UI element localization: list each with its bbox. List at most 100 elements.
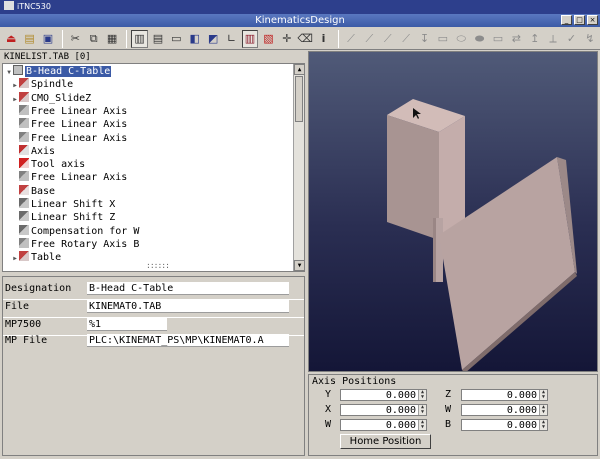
axis-tool-12-icon[interactable]: ⟂: [545, 30, 561, 48]
cut-icon[interactable]: ✂: [67, 30, 83, 48]
axis-value-b[interactable]: 0.000 ▲ ▼: [461, 419, 548, 431]
tree-header: KINELIST.TAB [0]: [4, 52, 91, 62]
axis-tool-2-icon[interactable]: ⟋: [361, 30, 377, 48]
mp7500-field[interactable]: %1: [87, 318, 167, 331]
copy-icon[interactable]: ⧉: [86, 30, 102, 48]
layout-panel-icon[interactable]: ▭: [168, 30, 184, 48]
render-icon[interactable]: ▧: [260, 30, 276, 48]
spinner-icon[interactable]: ▲ ▼: [418, 420, 426, 430]
axes-icon[interactable]: ∟: [223, 30, 239, 48]
info-icon[interactable]: i: [315, 30, 331, 48]
linear-axis-icon: [19, 237, 29, 248]
tree-item[interactable]: ▶ Spindle: [11, 78, 73, 91]
shift-icon: [19, 224, 29, 235]
open-folder-icon[interactable]: ▤: [21, 30, 37, 48]
tree-item[interactable]: Free Linear Axis: [11, 171, 127, 184]
spinner-icon[interactable]: ▲ ▼: [418, 390, 426, 400]
window-title: KinematicsDesign: [255, 15, 345, 26]
axis-tool-6-icon[interactable]: ▭: [435, 30, 451, 48]
layout-split-icon[interactable]: ▤: [150, 30, 166, 48]
cube-icon[interactable]: ◧: [187, 30, 203, 48]
axis-value-x[interactable]: 0.000 ▲ ▼: [340, 404, 427, 416]
tree-item[interactable]: Linear Shift X: [11, 198, 115, 211]
spinner-icon[interactable]: ▲ ▼: [539, 420, 547, 430]
axis-tool-4-icon[interactable]: ⟋: [398, 30, 414, 48]
axis-value-text: 0.000: [385, 420, 416, 431]
delete-icon[interactable]: ⌫: [297, 30, 313, 48]
resize-grip[interactable]: ::::::: [146, 261, 170, 270]
tree-item-label: Spindle: [31, 79, 74, 91]
tree-item-label: Compensation for W: [31, 225, 140, 237]
wireframe-icon[interactable]: ▥: [241, 29, 259, 48]
cube-view-icon[interactable]: ◩: [205, 30, 221, 48]
axis-tool-14-icon[interactable]: ↯: [582, 30, 598, 48]
base-icon: [19, 184, 29, 195]
maximize-button[interactable]: □: [574, 15, 585, 25]
save-icon[interactable]: ▣: [40, 30, 56, 48]
layout-left-icon[interactable]: ▥: [131, 29, 148, 48]
tree-item[interactable]: Free Linear Axis: [11, 104, 127, 118]
3d-viewport[interactable]: [308, 51, 598, 372]
axis-value-text: 0.000: [506, 420, 537, 431]
minimize-button[interactable]: _: [561, 15, 572, 25]
axis-value-y[interactable]: 0.000 ▲ ▼: [340, 389, 427, 401]
expand-toggle-icon[interactable]: ▶: [11, 79, 19, 92]
scroll-down-icon[interactable]: ▼: [294, 260, 304, 271]
toolbar-separator: [126, 29, 128, 48]
toolbar-separator: [337, 29, 339, 48]
scroll-thumb[interactable]: [295, 76, 303, 122]
linear-axis-icon: [19, 171, 29, 182]
axis-value-text: 0.000: [506, 405, 537, 416]
tree-item-label: Free Linear Axis: [31, 172, 128, 184]
axis-value-w[interactable]: 0.000 ▲ ▼: [461, 404, 548, 416]
axis-value-w2[interactable]: 0.000 ▲ ▼: [340, 419, 427, 431]
tree-item[interactable]: ▶ CMO_SlideZ: [11, 91, 92, 106]
axis-tool-5-icon[interactable]: ↧: [416, 30, 432, 48]
tree-item[interactable]: ▶ Table: [11, 251, 61, 264]
axis-label-w2: W: [324, 419, 332, 430]
tree-item[interactable]: Linear Shift Z: [11, 211, 115, 224]
axis-tool-3-icon[interactable]: ⟋: [380, 30, 396, 48]
tree-item[interactable]: Free Linear Axis: [11, 131, 127, 145]
tree-item[interactable]: Free Rotary Axis B: [11, 237, 139, 251]
axis-tool-11-icon[interactable]: ↥: [527, 30, 543, 48]
file-label: File: [5, 301, 30, 312]
axis-tool-8-icon[interactable]: ⬬: [471, 30, 487, 48]
tree-item[interactable]: Base: [11, 184, 55, 198]
close-button[interactable]: ×: [587, 15, 598, 25]
axis-positions-title: Axis Positions: [312, 376, 397, 387]
paste-icon[interactable]: ▦: [104, 30, 120, 48]
kinematics-tree[interactable]: ▼ B-Head C-Table ▶ Spindle ▶ CMO_SlideZ Free L…: [2, 63, 305, 272]
move-icon[interactable]: ✛: [279, 30, 295, 48]
designation-field[interactable]: B-Head C-Table: [87, 282, 289, 295]
tree-item[interactable]: Axis: [11, 144, 55, 158]
spinner-icon[interactable]: ▲ ▼: [418, 405, 426, 415]
tree-scrollbar[interactable]: ▲ ▼: [293, 64, 304, 271]
axis-value-text: 0.000: [506, 390, 537, 401]
file-field[interactable]: KINEMAT0.TAB: [87, 300, 289, 313]
tree-item-label: CMO_SlideZ: [31, 92, 92, 104]
mp-file-field[interactable]: PLC:\KINEMAT_PS\MP\KINEMAT0.A: [87, 334, 289, 347]
os-title: iTNC530: [17, 2, 51, 11]
axis-tool-10-icon[interactable]: ⇄: [508, 30, 524, 48]
tree-item[interactable]: →: [11, 265, 31, 272]
spinner-icon[interactable]: ▲ ▼: [539, 405, 547, 415]
expand-toggle-icon[interactable]: ▶: [11, 252, 19, 265]
axis-tool-13-icon[interactable]: ✓: [563, 30, 579, 48]
scroll-up-icon[interactable]: ▲: [294, 64, 304, 75]
home-position-button[interactable]: Home Position: [340, 434, 431, 449]
tree-item[interactable]: ▼ B-Head C-Table: [5, 65, 112, 79]
spinner-icon[interactable]: ▲ ▼: [539, 390, 547, 400]
axis-tool-9-icon[interactable]: ▭: [490, 30, 506, 48]
tree-item[interactable]: Tool axis: [11, 158, 85, 171]
linear-axis-icon: [19, 104, 29, 115]
tree-item[interactable]: Compensation for W: [11, 224, 140, 238]
axis-tool-1-icon[interactable]: ⟋: [343, 30, 359, 48]
expand-toggle-icon[interactable]: ▶: [11, 93, 19, 106]
exit-icon[interactable]: ⏏: [3, 30, 19, 48]
axis-value-z[interactable]: 0.000 ▲ ▼: [461, 389, 548, 401]
axis-tool-7-icon[interactable]: ⬭: [453, 30, 469, 48]
expand-toggle-icon[interactable]: ▼: [5, 66, 13, 79]
tree-item[interactable]: Free Linear Axis: [11, 118, 127, 131]
axis-label-b: B: [444, 419, 452, 430]
